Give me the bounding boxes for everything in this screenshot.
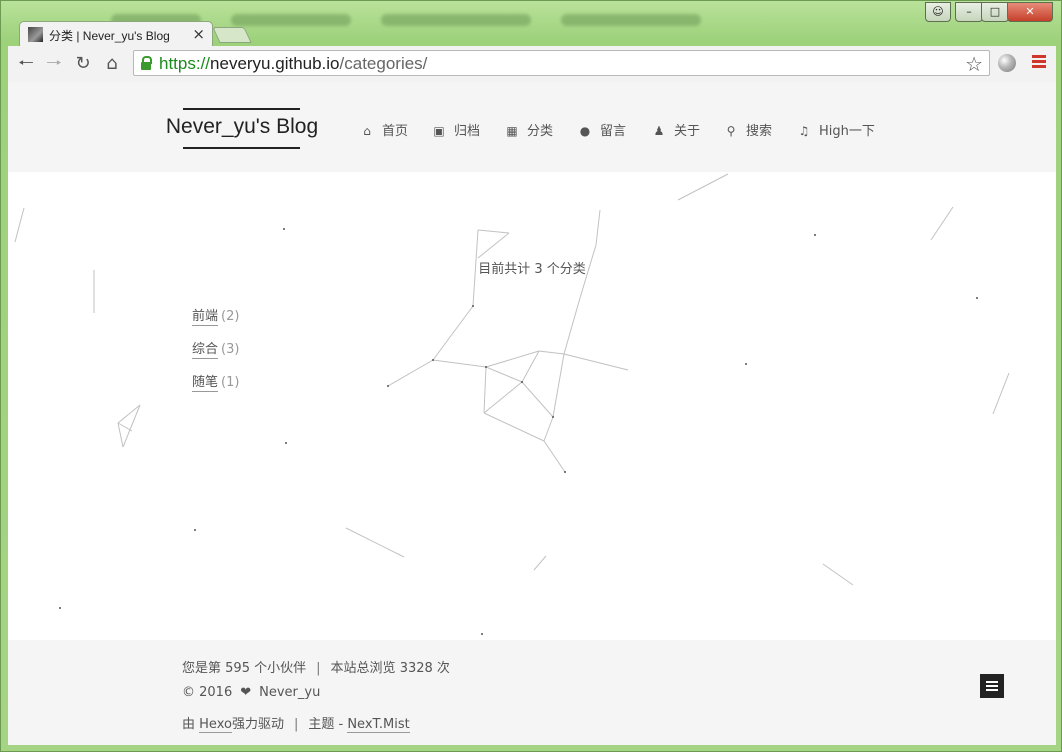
category-link[interactable]: 前端 (192, 309, 219, 326)
grid-icon: ▦ (506, 124, 518, 138)
category-summary: 目前共计 3 个分类 (478, 262, 586, 277)
category-count: (1) (221, 375, 240, 390)
nav-item-high[interactable]: ♫ High一下 (797, 120, 875, 139)
category-item[interactable]: 随笔 (1) (192, 371, 240, 392)
close-window-button[interactable]: ✕ (1007, 2, 1053, 22)
profile-icon[interactable]: ☺ (925, 2, 951, 22)
heart-icon: ❤ (240, 685, 252, 700)
reload-icon[interactable]: ↻ (71, 52, 95, 76)
site-header: Never_yu's Blog ⌂ 首页 ▣ 归档 ▦ 分类 ● 留言 ♟ 关于 ⚲ 搜索 … (8, 82, 1056, 172)
category-count: (2) (221, 309, 240, 324)
nav-item-home[interactable]: ⌂ 首页 (360, 120, 408, 139)
forward-arrow-icon[interactable]: 🠒 (42, 52, 66, 76)
hexo-link[interactable]: Hexo (199, 717, 232, 733)
lock-icon (141, 56, 152, 70)
favicon-icon (28, 27, 43, 42)
chrome-menu-icon[interactable] (1032, 55, 1046, 69)
page-viewport: Never_yu's Blog ⌂ 首页 ▣ 归档 ▦ 分类 ● 留言 ♟ 关于 ⚲ 搜索 … (8, 82, 1056, 745)
site-title[interactable]: Never_yu's Blog (163, 115, 321, 139)
music-icon: ♫ (798, 124, 810, 138)
site-brand[interactable]: Never_yu's Blog (163, 108, 321, 149)
category-count: (3) (221, 342, 240, 357)
nav-item-about[interactable]: ♟ 关于 (652, 120, 700, 139)
url-text[interactable]: https://neveryu.github.io/categories/ (159, 54, 427, 74)
visitor-count: 595 (225, 661, 250, 676)
browser-tab-active[interactable]: 分类 | Never_yu's Blog × (19, 21, 213, 47)
back-arrow-icon[interactable]: 🠐 (14, 52, 38, 76)
nav-item-archives[interactable]: ▣ 归档 (432, 120, 480, 139)
footer-stats: 您是第 595 个小伙伴 | 本站总浏览 3328 次 (182, 661, 450, 676)
user-icon: ♟ (653, 124, 665, 138)
archive-icon: ▣ (433, 124, 445, 138)
nav-item-search[interactable]: ⚲ 搜索 (724, 120, 772, 139)
site-footer: 您是第 595 个小伙伴 | 本站总浏览 3328 次 © 2016 ❤ Never_y… (8, 640, 1056, 745)
extension-icon[interactable] (998, 54, 1016, 72)
category-link[interactable]: 综合 (192, 342, 219, 359)
category-link[interactable]: 随笔 (192, 375, 219, 392)
home-icon[interactable]: ⌂ (100, 52, 124, 76)
footer-copyright: © 2016 ❤ Never_yu (182, 685, 321, 700)
home-icon: ⌂ (363, 124, 371, 138)
theme-link[interactable]: NexT.Mist (347, 717, 410, 733)
nav-item-categories[interactable]: ▦ 分类 (505, 120, 553, 139)
maximize-button[interactable]: □ (981, 2, 1009, 22)
nav-item-guestbook[interactable]: ● 留言 (578, 120, 626, 139)
footer-author: Never_yu (259, 685, 321, 700)
category-item[interactable]: 前端 (2) (192, 305, 240, 326)
browser-toolbar: 🠐 🠒 ↻ ⌂ https://neveryu.github.io/catego… (8, 46, 1056, 83)
pageview-count: 3328 (399, 661, 433, 676)
bookmark-star-icon[interactable]: ☆ (965, 52, 983, 76)
browser-window: 分类 | Never_yu's Blog × ☺ – □ ✕ 🠐 🠒 ↻ ⌂ h… (0, 0, 1062, 752)
window-controls: ☺ – □ ✕ (913, 2, 1053, 22)
tab-title: 分类 | Never_yu's Blog (49, 29, 170, 43)
category-item[interactable]: 综合 (3) (192, 338, 240, 359)
new-tab-button[interactable] (212, 27, 252, 43)
comment-icon: ● (579, 124, 591, 138)
address-bar[interactable]: https://neveryu.github.io/categories/ ☆ (133, 50, 990, 76)
sidebar-toggle-button[interactable] (980, 674, 1004, 698)
minimize-button[interactable]: – (955, 2, 983, 22)
tab-close-icon[interactable]: × (192, 25, 205, 43)
search-icon: ⚲ (726, 124, 736, 138)
footer-powered: 由 Hexo强力驱动 | 主题 - NexT.Mist (182, 717, 410, 733)
particle-network-background (14, 173, 1010, 635)
